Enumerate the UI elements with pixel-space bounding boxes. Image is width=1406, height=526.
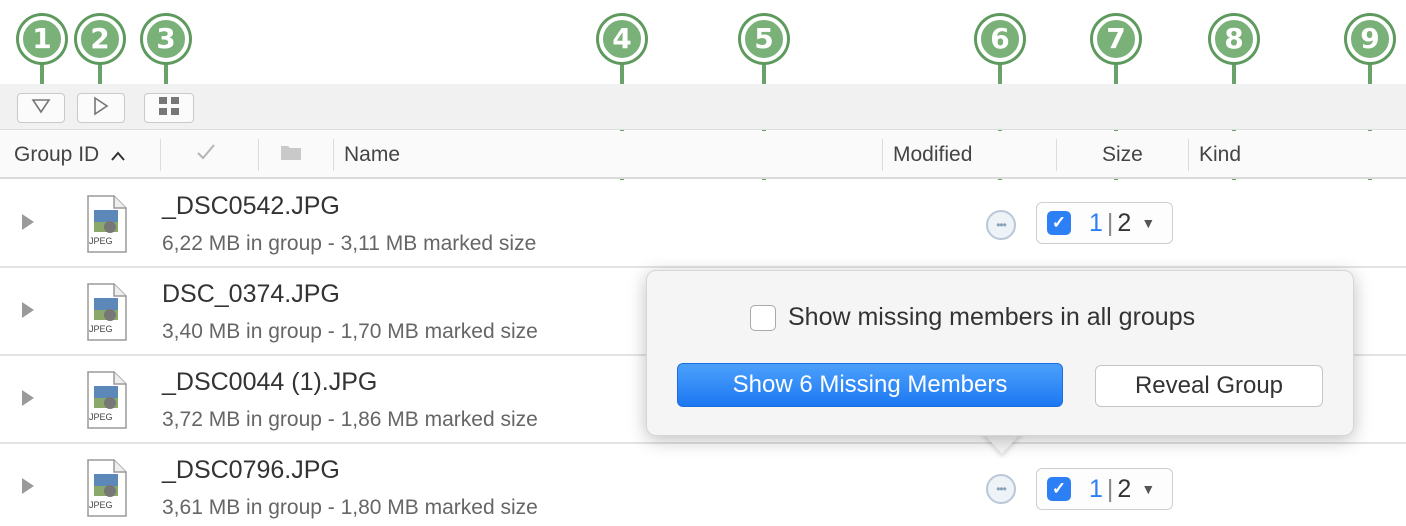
column-kind[interactable]: Kind bbox=[1199, 131, 1241, 179]
column-size[interactable]: Size bbox=[1102, 131, 1143, 179]
callout-7: 7 bbox=[1093, 16, 1139, 62]
jpeg-file-icon: JPEG bbox=[80, 458, 132, 518]
jpeg-file-icon: JPEG bbox=[80, 370, 132, 430]
callout-2: 2 bbox=[77, 16, 123, 62]
marked-count: 1 bbox=[1089, 208, 1103, 237]
file-type-label: JPEG bbox=[89, 500, 113, 510]
more-options-icon[interactable]: ••• bbox=[986, 210, 1016, 240]
table-row[interactable]: JPEG _DSC0796.JPG 3,61 MB in group - 1,8… bbox=[0, 444, 1406, 526]
column-size-label: Size bbox=[1102, 143, 1143, 166]
count-separator: | bbox=[1106, 474, 1114, 503]
triangle-down-outline-icon bbox=[31, 98, 51, 119]
collapse-all-button[interactable] bbox=[17, 93, 65, 123]
column-folder[interactable] bbox=[280, 131, 310, 179]
column-group-id-label: Group ID bbox=[14, 143, 100, 166]
more-options-icon[interactable]: ••• bbox=[986, 474, 1016, 504]
column-separator bbox=[1056, 139, 1057, 171]
callout-4: 4 bbox=[599, 16, 645, 62]
total-count: 2 bbox=[1117, 474, 1132, 503]
callout-9: 9 bbox=[1347, 16, 1393, 62]
total-count: 2 bbox=[1117, 208, 1132, 237]
checkmark-icon bbox=[196, 143, 216, 167]
group-size-info: 6,22 MB in group - 3,11 MB marked size bbox=[162, 232, 537, 255]
count-separator: | bbox=[1106, 208, 1114, 237]
column-separator bbox=[882, 139, 883, 171]
triangle-right-outline-icon bbox=[93, 96, 109, 121]
marked-checkbox[interactable]: ✓ bbox=[1047, 477, 1071, 501]
callout-6: 6 bbox=[977, 16, 1023, 62]
grid-view-button[interactable] bbox=[144, 93, 194, 123]
column-separator bbox=[333, 139, 334, 171]
column-header: Group ID Name Modified Size Kind bbox=[0, 131, 1406, 179]
disclosure-triangle-icon[interactable] bbox=[22, 214, 34, 230]
grid-squares-icon bbox=[158, 96, 180, 121]
jpeg-file-icon: JPEG bbox=[80, 194, 132, 254]
group-size-info: 3,40 MB in group - 1,70 MB marked size bbox=[162, 320, 538, 343]
jpeg-file-icon: JPEG bbox=[80, 282, 132, 342]
group-size-info: 3,61 MB in group - 1,80 MB marked size bbox=[162, 496, 538, 519]
column-name[interactable]: Name bbox=[344, 131, 400, 179]
column-kind-label: Kind bbox=[1199, 143, 1242, 166]
column-check[interactable] bbox=[196, 131, 226, 179]
marked-checkbox[interactable]: ✓ bbox=[1047, 211, 1071, 235]
file-name: DSC_0374.JPG bbox=[162, 280, 340, 308]
disclosure-triangle-icon[interactable] bbox=[22, 390, 34, 406]
file-name: _DSC0796.JPG bbox=[162, 456, 340, 484]
column-group-id[interactable]: Group ID bbox=[14, 131, 154, 179]
expand-all-button[interactable] bbox=[77, 93, 125, 123]
callout-5: 5 bbox=[741, 16, 787, 62]
column-modified[interactable]: Modified bbox=[893, 131, 972, 179]
file-type-label: JPEG bbox=[89, 236, 113, 246]
marked-count: 1 bbox=[1089, 474, 1103, 503]
toolbar bbox=[0, 84, 1406, 130]
show-missing-all-groups-checkbox[interactable] bbox=[750, 305, 776, 331]
disclosure-triangle-icon[interactable] bbox=[22, 478, 34, 494]
disclosure-triangle-icon[interactable] bbox=[22, 302, 34, 318]
column-separator bbox=[160, 139, 161, 171]
column-name-label: Name bbox=[344, 143, 401, 166]
show-missing-all-groups-label[interactable]: Show missing members in all groups bbox=[788, 303, 1195, 332]
table-row[interactable]: JPEG _DSC0542.JPG 6,22 MB in group - 3,1… bbox=[0, 180, 1406, 268]
show-missing-members-button[interactable]: Show 6 Missing Members bbox=[677, 363, 1063, 407]
file-name: _DSC0044 (1).JPG bbox=[162, 368, 378, 396]
missing-members-popover: Show missing members in all groups Show … bbox=[646, 270, 1354, 436]
callout-8: 8 bbox=[1211, 16, 1257, 62]
column-separator bbox=[1188, 139, 1189, 171]
marked-count-popup[interactable]: ✓ 1 | 2 ▼ bbox=[1036, 202, 1173, 244]
callout-1: 1 bbox=[19, 16, 65, 62]
folder-icon bbox=[280, 143, 302, 167]
dropdown-arrow-icon: ▼ bbox=[1141, 481, 1156, 497]
callout-3: 3 bbox=[143, 16, 189, 62]
dropdown-arrow-icon: ▼ bbox=[1141, 215, 1156, 231]
file-type-label: JPEG bbox=[89, 324, 113, 334]
reveal-group-button[interactable]: Reveal Group bbox=[1095, 365, 1323, 407]
file-type-label: JPEG bbox=[89, 412, 113, 422]
column-modified-label: Modified bbox=[893, 143, 973, 166]
group-size-info: 3,72 MB in group - 1,86 MB marked size bbox=[162, 408, 538, 431]
column-separator bbox=[258, 139, 259, 171]
sort-ascending-icon bbox=[111, 145, 125, 166]
file-name: _DSC0542.JPG bbox=[162, 192, 340, 220]
marked-count-popup[interactable]: ✓ 1 | 2 ▼ bbox=[1036, 468, 1173, 510]
